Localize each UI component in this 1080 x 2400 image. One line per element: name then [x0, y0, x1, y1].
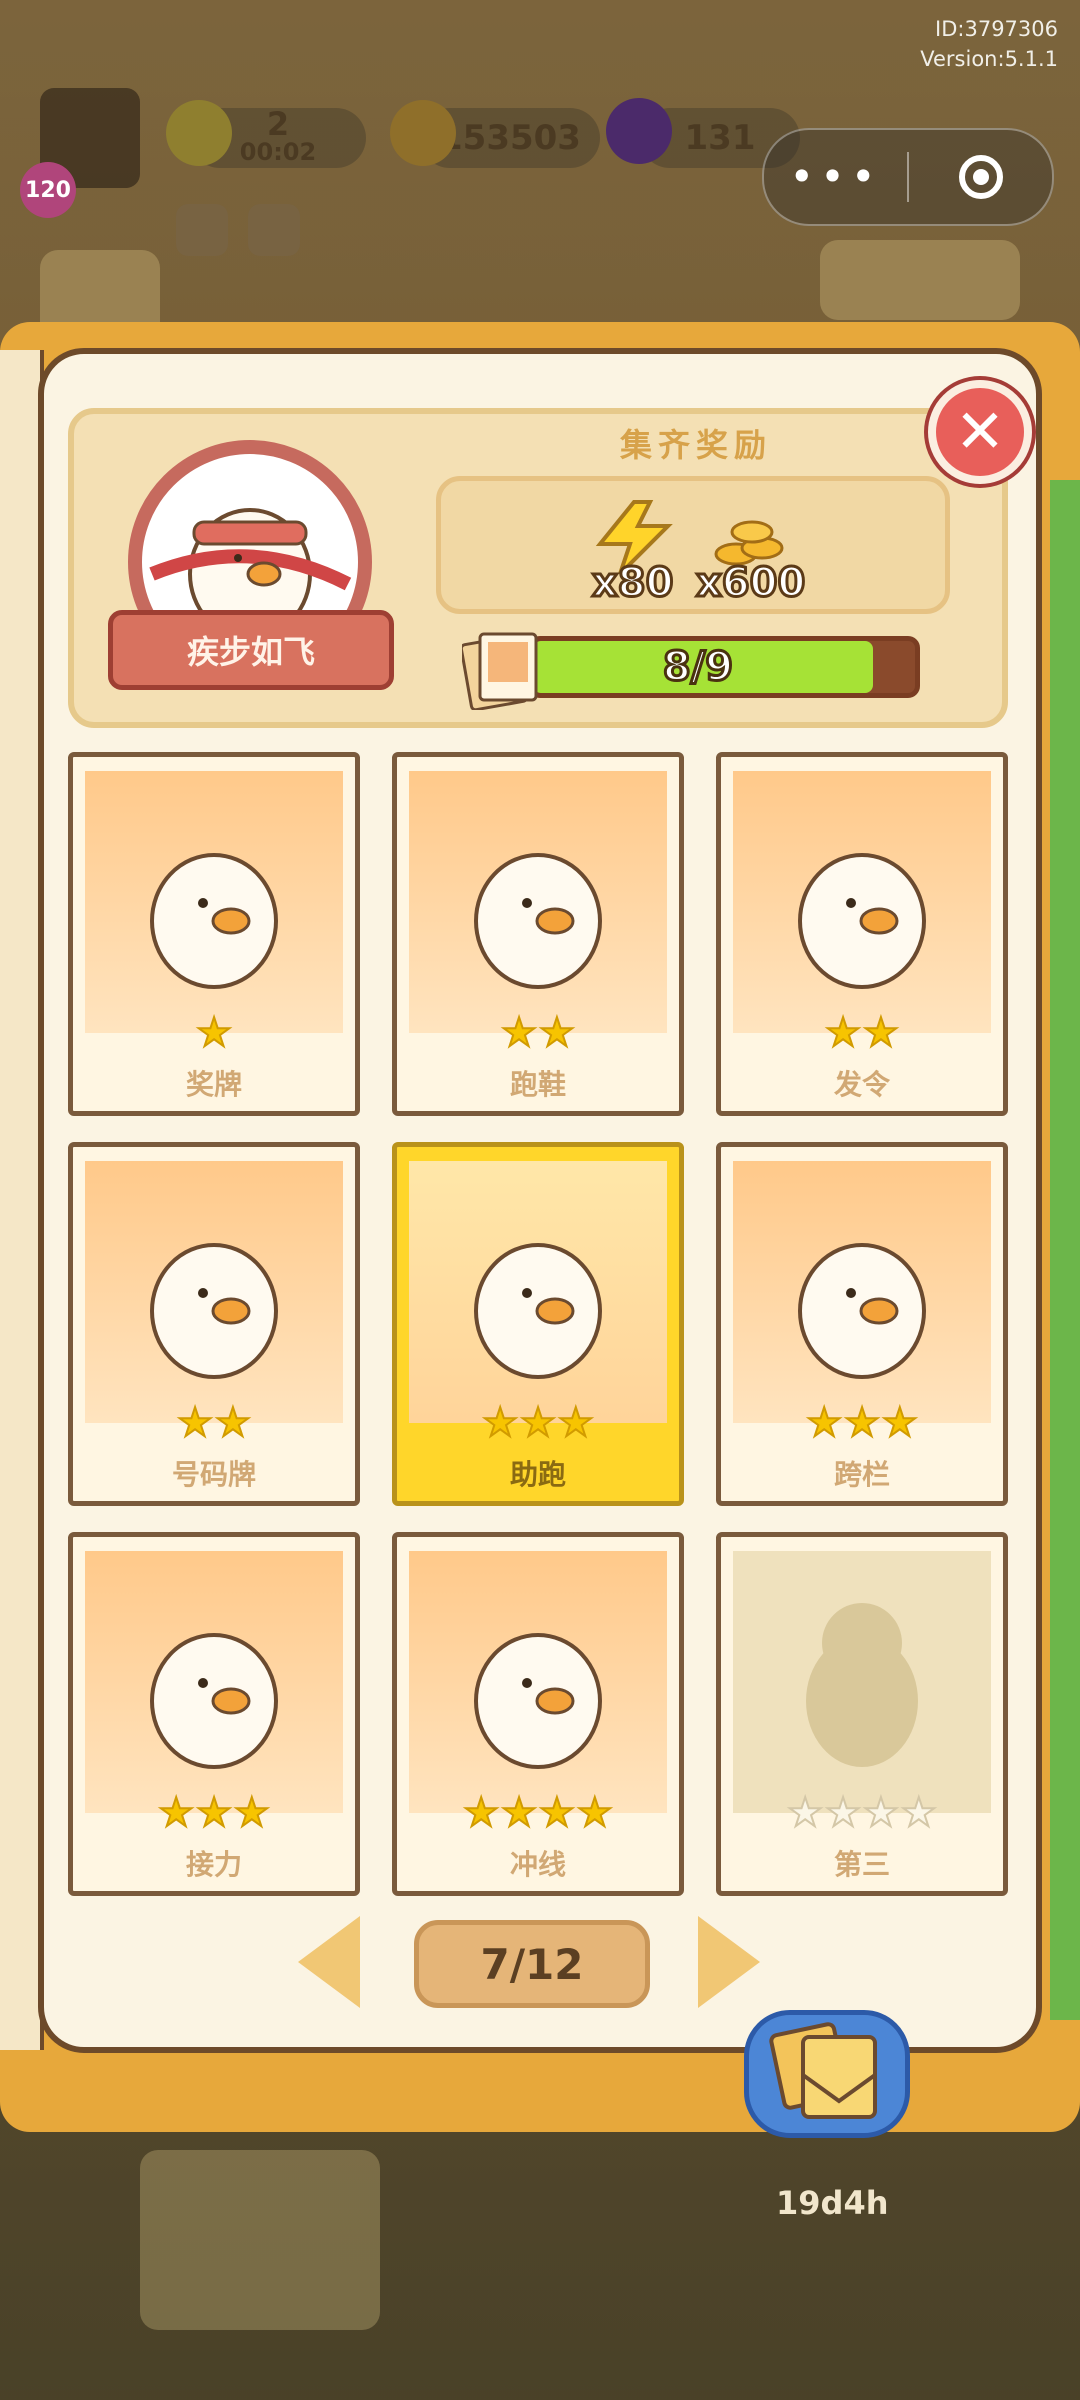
background-building [140, 2150, 380, 2330]
collection-card[interactable]: ★ ★ ★ 助跑 [392, 1142, 684, 1506]
previous-page-button[interactable] [298, 1916, 360, 2008]
number-bib-icon [85, 1161, 343, 1423]
coin-value: 153503 [439, 118, 581, 158]
star-rating: ★ ★ [73, 1400, 355, 1446]
collection-card[interactable]: ★ ★ ★ 跨栏 [716, 1142, 1008, 1506]
star-icon: ★ [576, 1790, 614, 1836]
gem-icon [606, 98, 672, 164]
card-stack-icon [462, 632, 538, 710]
collection-card[interactable]: ★ ★ 号码牌 [68, 1142, 360, 1506]
star-icon: ★ [824, 1790, 862, 1836]
star-icon: ★ [500, 1790, 538, 1836]
progress-text: 8/9 [661, 643, 734, 692]
card-label: 发令 [833, 1068, 890, 1101]
event-timer: 19d4h [776, 2184, 889, 2222]
card-label: 第三 [833, 1848, 890, 1881]
level-badge: 120 [20, 162, 76, 218]
collection-card[interactable]: ★ ★ ★ 接力 [68, 1532, 360, 1896]
star-icon: ★ [862, 1790, 900, 1836]
run-up-icon [409, 1161, 667, 1423]
lightning-icon [166, 100, 232, 166]
relay-baton-icon [85, 1551, 343, 1813]
next-page-button[interactable] [698, 1916, 760, 2008]
collection-card[interactable]: ★ ★ ★ ★ 第三 [716, 1532, 1008, 1896]
star-icon: ★ [500, 1010, 538, 1056]
star-icon: ★ [195, 1790, 233, 1836]
version-label: Version:5.1.1 [920, 47, 1058, 71]
book-edge [1050, 480, 1080, 2020]
hurdle-icon [733, 1161, 991, 1423]
close-miniprogram-button[interactable] [909, 155, 1052, 199]
star-rating: ★ ★ ★ [73, 1790, 355, 1836]
reward-energy-amount: x80 [590, 559, 674, 608]
card-label: 冲线 [509, 1848, 566, 1881]
envelope-icon [769, 2022, 877, 2119]
star-icon: ★ [862, 1010, 900, 1056]
star-icon: ★ [176, 1400, 214, 1446]
energy-value: 2 [266, 105, 290, 143]
close-button[interactable]: ✕ [928, 380, 1032, 484]
star-icon: ★ [538, 1790, 576, 1836]
energy-timer: 00:02 [239, 138, 317, 166]
star-rating: ★ ★ [721, 1010, 1003, 1056]
collection-card[interactable]: ★ ★ ★ ★ 冲线 [392, 1532, 684, 1896]
reward-coin-amount: x600 [694, 559, 806, 608]
set-name-ribbon: 疾步如飞 [108, 610, 394, 690]
reward-box [436, 476, 950, 614]
coin-icon [390, 100, 456, 166]
card-pack-button[interactable] [744, 2010, 910, 2138]
player-id: ID:3797306 [935, 17, 1058, 41]
collection-card[interactable]: ★ 奖牌 [68, 752, 360, 1116]
settings-icon[interactable] [176, 204, 228, 256]
star-icon: ★ [557, 1400, 595, 1446]
star-rating: ★ ★ ★ [721, 1400, 1003, 1446]
card-label: 跑鞋 [509, 1068, 566, 1101]
star-rating: ★ ★ ★ ★ [721, 1790, 1003, 1836]
star-rating: ★ [73, 1010, 355, 1056]
star-icon: ★ [824, 1010, 862, 1056]
reward-title: 集齐奖励 [619, 426, 772, 464]
star-icon: ★ [786, 1790, 824, 1836]
card-label: 号码牌 [171, 1458, 256, 1491]
card-label: 接力 [185, 1848, 242, 1881]
star-icon: ★ [843, 1400, 881, 1446]
star-icon: ★ [538, 1010, 576, 1056]
card-label: 助跑 [509, 1458, 566, 1491]
star-icon: ★ [900, 1790, 938, 1836]
target-icon [958, 155, 1003, 199]
star-icon: ★ [462, 1790, 500, 1836]
star-icon: ★ [157, 1790, 195, 1836]
background-building [820, 240, 1020, 320]
page-indicator: 7/12 [414, 1920, 650, 2008]
star-rating: ★ ★ [397, 1010, 679, 1056]
more-menu-button[interactable]: ••• [764, 130, 907, 224]
star-icon: ★ [233, 1790, 271, 1836]
star-icon: ★ [195, 1010, 233, 1056]
set-name: 疾步如飞 [186, 633, 315, 671]
close-icon: ✕ [954, 397, 1006, 467]
starter-pistol-icon [733, 771, 991, 1033]
star-icon: ★ [881, 1400, 919, 1446]
medal-icon [85, 771, 343, 1033]
card-label: 跨栏 [833, 1458, 890, 1491]
collection-card[interactable]: ★ ★ 发令 [716, 752, 1008, 1116]
collection-card[interactable]: ★ ★ 跑鞋 [392, 752, 684, 1116]
card-label: 奖牌 [185, 1068, 242, 1101]
finish-line-icon [409, 1551, 667, 1813]
miniprogram-capsule: ••• [762, 128, 1054, 226]
mail-icon[interactable] [248, 204, 300, 256]
level-value: 120 [25, 177, 71, 203]
gem-value: 131 [684, 118, 756, 158]
star-icon: ★ [214, 1400, 252, 1446]
star-icon: ★ [519, 1400, 557, 1446]
silhouette-icon [733, 1551, 991, 1813]
star-icon: ★ [805, 1400, 843, 1446]
page-number: 7/12 [480, 1939, 584, 1989]
sneakers-icon [409, 771, 667, 1033]
star-rating: ★ ★ ★ [397, 1400, 679, 1446]
build-info: ID:3797306 Version:5.1.1 [920, 14, 1058, 74]
star-icon: ★ [481, 1400, 519, 1446]
star-rating: ★ ★ ★ ★ [397, 1790, 679, 1836]
